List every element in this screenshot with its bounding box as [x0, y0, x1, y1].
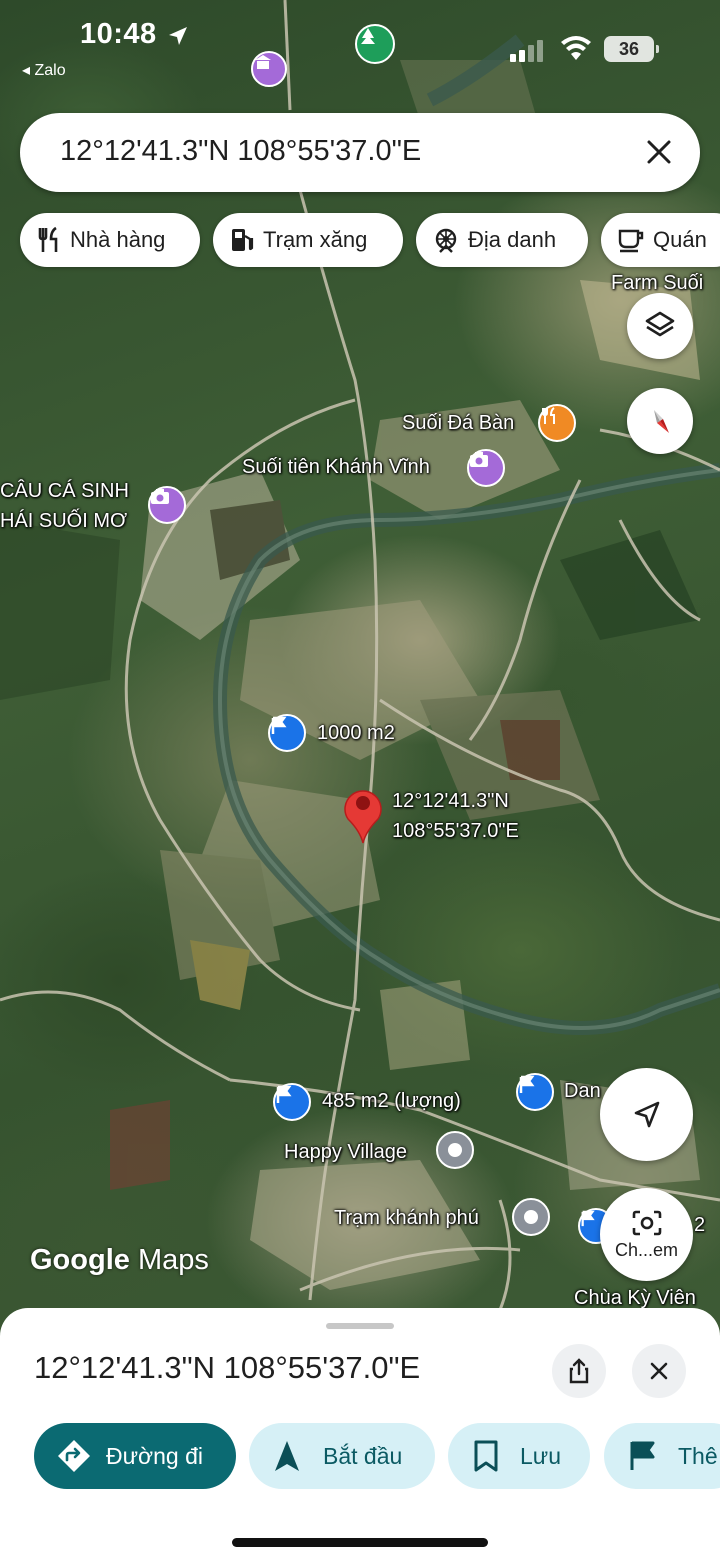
- place-bottom-sheet[interactable]: 12°12'41.3"N 108°55'37.0"E Đường đi Bắt …: [0, 1308, 720, 1560]
- add-label-button[interactable]: Thê: [604, 1423, 720, 1489]
- search-bar[interactable]: 12°12'41.3"N 108°55'37.0"E: [20, 113, 700, 192]
- back-app-label: Zalo: [34, 62, 66, 79]
- dot-icon: [448, 1143, 462, 1157]
- bookmark-icon: [474, 1440, 498, 1472]
- compass-icon: [654, 410, 669, 433]
- cafe-icon: [618, 229, 644, 253]
- lens-camera-icon: [632, 1210, 661, 1236]
- navigation-arrow-icon: [634, 1101, 659, 1127]
- close-icon[interactable]: [644, 137, 674, 167]
- save-button[interactable]: Lưu: [448, 1423, 590, 1489]
- start-label: Bắt đầu: [323, 1442, 403, 1469]
- maps-wordmark: Maps: [137, 1244, 209, 1276]
- map-label-partial-2[interactable]: 2: [694, 1214, 705, 1237]
- close-sheet-button[interactable]: [632, 1344, 686, 1398]
- landmark-icon: [435, 228, 457, 253]
- map-label-plot-485[interactable]: 485 m2 (lượng): [322, 1090, 461, 1113]
- restaurant-icon: [38, 226, 58, 252]
- camera-icon: [151, 489, 169, 504]
- chip-cafes[interactable]: Quán: [601, 213, 720, 267]
- directions-icon: [58, 1440, 90, 1472]
- back-to-app-link[interactable]: ◂ Zalo: [22, 60, 66, 80]
- chip-landmarks[interactable]: Địa danh: [416, 213, 588, 267]
- fork-knife-icon: [542, 407, 555, 424]
- search-input[interactable]: 12°12'41.3"N 108°55'37.0"E: [60, 135, 421, 168]
- map-label-cau-ca-line2[interactable]: HÁI SUỐI MƠ: [0, 510, 127, 533]
- map-label-cau-ca-line1[interactable]: CÂU CÁ SINH: [0, 480, 129, 503]
- layers-icon: [645, 311, 675, 337]
- chip-label: Nhà hàng: [70, 227, 166, 252]
- chip-restaurants[interactable]: Nhà hàng: [20, 213, 200, 267]
- flag-marker-dan[interactable]: [516, 1073, 554, 1111]
- map-label-suoi-tien[interactable]: Suối tiên Khánh Vĩnh: [242, 456, 430, 479]
- directions-button[interactable]: Đường đi: [34, 1423, 236, 1489]
- add-label-text: Thê: [678, 1442, 718, 1469]
- dropped-pin-icon[interactable]: [340, 783, 386, 845]
- pin-label-lng[interactable]: 108°55'37.0"E: [392, 820, 519, 843]
- map-label-chua-ky-vien[interactable]: Chùa Kỳ Viên: [574, 1287, 696, 1310]
- poi-place-marker-tram-khanh-phu[interactable]: [512, 1198, 550, 1236]
- share-icon: [569, 1358, 589, 1384]
- status-bar: 10:48 ◂ Zalo 36: [0, 0, 720, 90]
- poi-photo-marker-suoi-tien[interactable]: [467, 449, 505, 487]
- chip-gas-stations[interactable]: Trạm xăng: [213, 213, 403, 267]
- dot-icon: [524, 1210, 538, 1224]
- start-button[interactable]: Bắt đầu: [249, 1423, 435, 1489]
- flag-marker-1000[interactable]: [268, 714, 306, 752]
- close-icon: [650, 1362, 668, 1380]
- status-time: 10:48: [80, 18, 157, 50]
- lens-search-button[interactable]: Ch...em: [600, 1188, 693, 1281]
- google-maps-attribution: Google Maps: [30, 1244, 209, 1277]
- flag-icon: [581, 1210, 595, 1227]
- sheet-drag-handle[interactable]: [326, 1323, 394, 1329]
- map-label-suoi-da-ban[interactable]: Suối Đá Bàn: [402, 412, 514, 435]
- flag-marker-485[interactable]: [273, 1083, 311, 1121]
- save-label: Lưu: [520, 1442, 561, 1469]
- place-title: 12°12'41.3"N 108°55'37.0"E: [34, 1350, 421, 1385]
- compass-button[interactable]: [627, 388, 693, 454]
- battery-indicator: 36: [604, 36, 659, 62]
- camera-icon: [470, 452, 488, 467]
- flag-icon: [630, 1441, 655, 1470]
- map-label-tram-khanh-phu[interactable]: Trạm khánh phú: [334, 1207, 479, 1230]
- flag-icon: [276, 1085, 292, 1103]
- map-label-dan[interactable]: Dan: [564, 1080, 601, 1103]
- pin-label-lat[interactable]: 12°12'41.3"N: [392, 790, 509, 813]
- google-wordmark: Google: [30, 1244, 130, 1276]
- lens-label: Ch...em: [614, 1240, 679, 1260]
- map-label-happy-village[interactable]: Happy Village: [284, 1141, 407, 1164]
- map-label-plot-1000[interactable]: 1000 m2: [317, 722, 395, 745]
- google-maps-screen: Farm Suối Suối Đá Bàn Suối tiên Khánh Vĩ…: [0, 0, 720, 1560]
- poi-restaurant-marker[interactable]: [538, 404, 576, 442]
- poi-place-marker-happy-village[interactable]: [436, 1131, 474, 1169]
- flag-icon: [271, 716, 287, 734]
- my-location-button[interactable]: [600, 1068, 693, 1161]
- wifi-icon: [561, 36, 591, 60]
- share-button[interactable]: [552, 1344, 606, 1398]
- layers-button[interactable]: [627, 293, 693, 359]
- flag-icon: [519, 1075, 535, 1093]
- chip-label: Địa danh: [468, 227, 557, 252]
- cellular-signal-icon: [510, 40, 543, 62]
- chip-label: Trạm xăng: [263, 227, 368, 252]
- directions-label: Đường đi: [106, 1442, 203, 1469]
- poi-photo-marker-cau-ca[interactable]: [148, 486, 186, 524]
- chip-label: Quán: [653, 227, 707, 252]
- map-label-farm[interactable]: Farm Suối: [611, 272, 703, 295]
- home-indicator[interactable]: [232, 1538, 488, 1547]
- location-services-icon: [169, 27, 187, 45]
- gas-station-icon: [232, 229, 254, 251]
- navigation-arrow-icon: [275, 1441, 299, 1471]
